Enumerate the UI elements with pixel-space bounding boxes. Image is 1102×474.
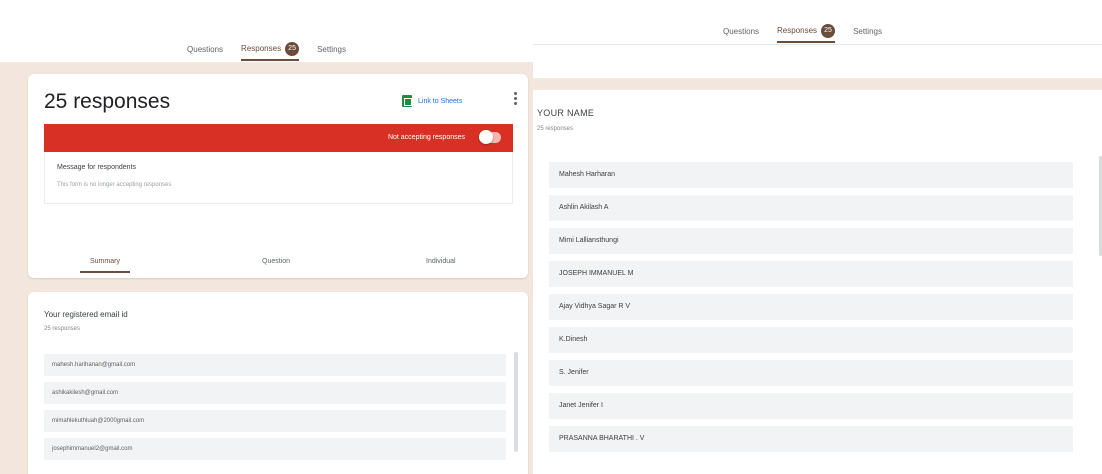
- list-item: K.Dinesh: [549, 327, 1073, 353]
- view-tabs: Summary Question Individual: [28, 258, 528, 278]
- tab-responses[interactable]: Responses 25: [777, 24, 836, 43]
- right-top-bar: Questions Responses 25 Settings: [533, 0, 1102, 78]
- responses-count-badge: 25: [821, 24, 836, 38]
- list-item: S. Jenifer: [549, 360, 1073, 386]
- email-list-scrollbar[interactable]: [514, 352, 518, 452]
- tab-settings[interactable]: Settings: [853, 27, 882, 41]
- right-panel: Questions Responses 25 Settings YOUR NAME…: [533, 0, 1102, 474]
- email-question-title: Your registered email id: [44, 310, 128, 319]
- tab-questions[interactable]: Questions: [187, 45, 223, 59]
- list-item: Janet Jenifer I: [549, 393, 1073, 419]
- list-item: ashikakilesh@gmail.com: [44, 382, 506, 404]
- message-label: Message for respondents: [57, 164, 136, 171]
- list-item: PRASANNA BHARATHI . V: [549, 426, 1073, 452]
- email-answer-list: mahesh.harihanan@gmail.com ashikakilesh@…: [44, 354, 506, 466]
- name-answer-list: Mahesh Harharan Ashlin Akilash A Mimi La…: [549, 162, 1073, 459]
- more-options-icon[interactable]: [510, 90, 520, 106]
- left-panel: Questions Responses 25 Settings 25 respon…: [0, 0, 533, 474]
- list-item: mimahlekuthluah@2000gmail.com: [44, 410, 506, 432]
- list-item: Ajay Vidhya Sagar R V: [549, 294, 1073, 320]
- responses-count-badge: 25: [285, 42, 300, 56]
- name-response-count: 25 responses: [537, 126, 574, 132]
- tab-question[interactable]: Question: [262, 258, 290, 265]
- tab-summary[interactable]: Summary: [80, 258, 130, 273]
- tab-responses[interactable]: Responses 25: [241, 42, 300, 61]
- tab-responses-label: Responses: [777, 26, 818, 36]
- left-tab-bar: Questions Responses 25 Settings: [0, 42, 533, 61]
- responses-summary-card: 25 responses Link to Sheets Not acceptin…: [28, 74, 528, 278]
- email-question-card: Your registered email id 25 responses ma…: [28, 292, 528, 474]
- tab-individual[interactable]: Individual: [426, 258, 456, 265]
- list-item: mahesh.harihanan@gmail.com: [44, 354, 506, 376]
- sheets-icon: [402, 95, 412, 107]
- list-item: Mimi Lalliansthungi: [549, 228, 1073, 254]
- tab-responses-label: Responses: [241, 44, 282, 54]
- divider: [533, 44, 1102, 45]
- screen: Questions Responses 25 Settings 25 respon…: [0, 0, 1102, 474]
- list-item: JOSEPH IMMANUEL M: [549, 261, 1073, 287]
- name-question-card: YOUR NAME 25 responses Mahesh Harharan A…: [533, 90, 1102, 474]
- tab-questions[interactable]: Questions: [723, 27, 759, 41]
- link-to-sheets-button[interactable]: Link to Sheets: [402, 95, 462, 107]
- link-to-sheets-label: Link to Sheets: [418, 97, 463, 105]
- message-for-respondents[interactable]: Message for respondents This form is no …: [44, 152, 513, 204]
- accepting-responses-banner: Not accepting responses: [44, 124, 513, 152]
- list-item: Ashlin Akilash A: [549, 195, 1073, 221]
- responses-count-title: 25 responses: [44, 90, 171, 113]
- accepting-responses-toggle[interactable]: [479, 130, 501, 144]
- name-question-title: YOUR NAME: [537, 108, 595, 118]
- email-response-count: 25 responses: [44, 326, 81, 332]
- tab-settings[interactable]: Settings: [317, 45, 346, 59]
- list-item: josephimmanuel2@gmail.com: [44, 438, 506, 460]
- right-tab-bar: Questions Responses 25 Settings: [723, 24, 882, 43]
- list-item: Mahesh Harharan: [549, 162, 1073, 188]
- accepting-responses-label: Not accepting responses: [387, 134, 465, 141]
- message-text: This form is no longer accepting respons…: [57, 182, 172, 188]
